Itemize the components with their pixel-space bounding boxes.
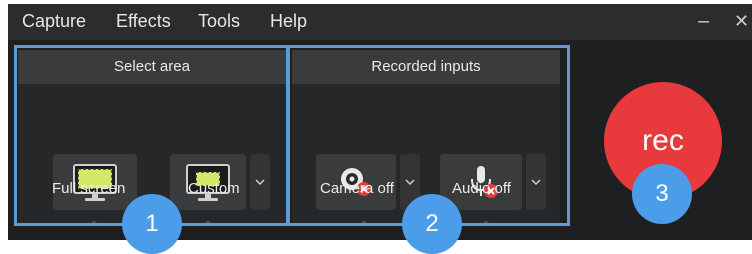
callout-badge-2: 2 [402,194,462,254]
minimize-button[interactable]: – [698,10,709,33]
menu-help[interactable]: Help [270,11,307,32]
menu-tools[interactable]: Tools [198,11,240,32]
callout-badge-1: 1 [122,194,182,254]
menu-bar: Capture Effects Tools Help – ✕ [8,4,752,40]
close-button[interactable]: ✕ [734,11,749,32]
menu-capture[interactable]: Capture [22,11,86,32]
callout-badge-3: 3 [632,164,692,224]
menu-effects[interactable]: Effects [116,11,171,32]
